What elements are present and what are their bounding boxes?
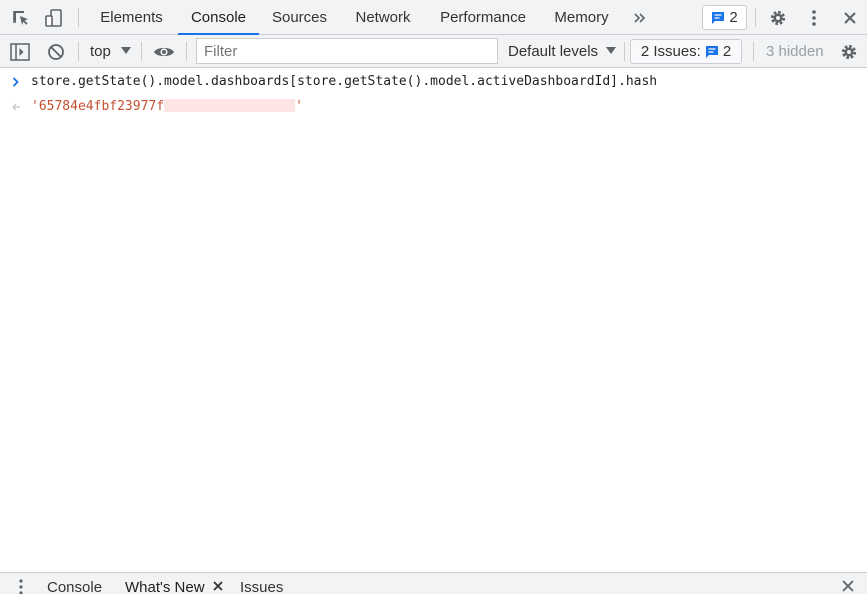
console-input-line: store.getState().model.dashboards[store.…: [0, 69, 867, 94]
message-icon: [712, 11, 725, 24]
device-toolbar-icon[interactable]: [41, 0, 67, 35]
toolbar-separator: [753, 42, 754, 61]
drawer-tab-whats-new[interactable]: What's New: [125, 579, 205, 594]
drawer-tab-console[interactable]: Console: [47, 579, 102, 594]
toolbar-separator: [186, 42, 187, 61]
redacted-block: [164, 99, 296, 112]
console-toolbar: top Default levels 2 Issues: 2 3 hidden: [0, 35, 867, 68]
messages-badge[interactable]: 2: [702, 5, 747, 30]
close-drawer-icon[interactable]: [840, 577, 856, 594]
console-result-line: '65784e4fbf23977f ': [0, 94, 867, 119]
result-value: '65784e4fbf23977f: [31, 99, 165, 114]
tab-elements[interactable]: Elements: [91, 0, 172, 35]
kebab-menu-icon[interactable]: [802, 0, 826, 35]
drawer-tabbar: Console What's New Issues: [0, 572, 867, 594]
result-quote: ': [295, 99, 303, 114]
issues-count: 2: [722, 43, 732, 60]
hidden-messages-count: 3 hidden: [766, 43, 824, 60]
console-settings-gear-icon[interactable]: [836, 35, 862, 68]
issues-label: 2 Issues:: [640, 43, 701, 60]
toolbar-separator: [624, 42, 625, 61]
log-levels-dropdown[interactable]: Default levels: [508, 35, 617, 68]
issues-button[interactable]: 2 Issues: 2: [630, 39, 742, 64]
caret-down-icon: [606, 47, 617, 54]
clear-console-icon[interactable]: [45, 35, 67, 68]
drawer-tab-issues[interactable]: Issues: [240, 579, 283, 594]
toolbar-separator: [141, 42, 142, 61]
devtools-tabbar: Elements Console Sources Network Perform…: [0, 0, 867, 35]
console-result[interactable]: '65784e4fbf23977f ': [31, 94, 303, 119]
tabbar-separator: [78, 8, 79, 27]
close-devtools-icon[interactable]: [838, 0, 862, 35]
tabbar-separator: [755, 8, 756, 27]
message-icon: [705, 45, 718, 58]
messages-count: 2: [729, 9, 738, 26]
console-command: store.getState().model.dashboards[store.…: [31, 74, 658, 89]
more-tabs-icon[interactable]: [628, 0, 652, 35]
close-tab-icon[interactable]: [211, 577, 225, 594]
tab-performance[interactable]: Performance: [431, 0, 535, 35]
settings-gear-icon[interactable]: [764, 0, 792, 35]
prompt-chevron-icon: [8, 69, 24, 94]
context-selector[interactable]: top: [90, 35, 132, 68]
result-arrow-icon: [8, 94, 24, 119]
tab-memory[interactable]: Memory: [545, 0, 618, 35]
caret-down-icon: [121, 47, 132, 54]
log-levels-label: Default levels: [508, 43, 599, 60]
drawer-menu-icon[interactable]: [14, 577, 28, 594]
filter-input[interactable]: [196, 38, 498, 64]
live-expression-eye-icon[interactable]: [152, 35, 176, 68]
context-label: top: [90, 43, 111, 60]
toolbar-separator: [78, 42, 79, 61]
inspect-element-icon[interactable]: [8, 0, 34, 35]
tab-console[interactable]: Console: [178, 0, 259, 35]
tab-sources[interactable]: Sources: [265, 0, 334, 35]
console-output[interactable]: store.getState().model.dashboards[store.…: [0, 69, 867, 572]
show-sidebar-icon[interactable]: [8, 35, 32, 68]
tab-network[interactable]: Network: [346, 0, 420, 35]
